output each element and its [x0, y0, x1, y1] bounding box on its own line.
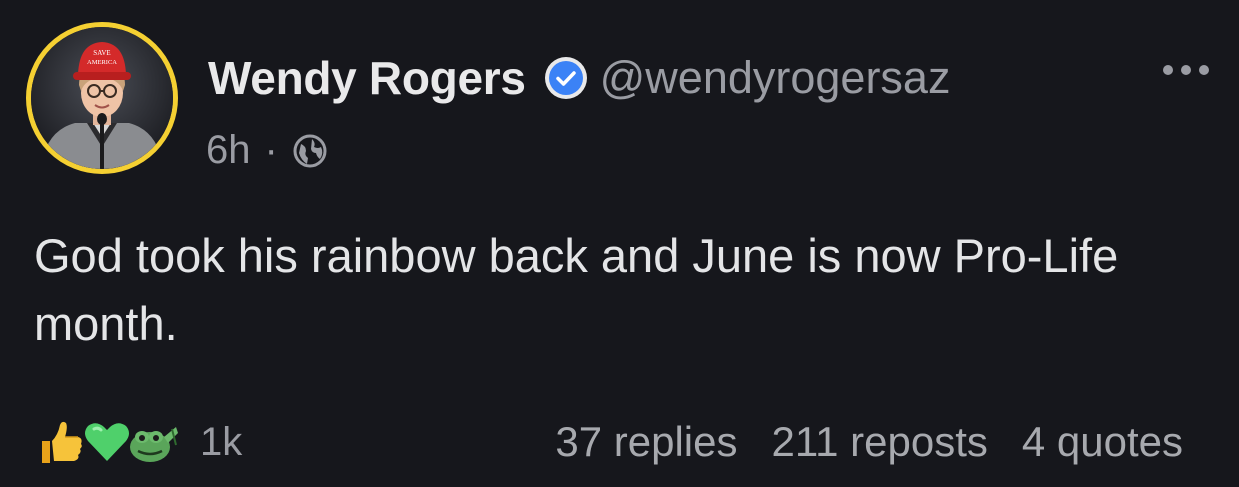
reaction-count: 1k	[200, 419, 243, 464]
globe-icon	[292, 133, 328, 169]
quotes-link[interactable]: 4 quotes	[1022, 418, 1183, 466]
hat-text-bottom: AMERICA	[87, 59, 117, 66]
post-card[interactable]: SAVE AMERICA Wendy Rogers @wendyrogersaz…	[0, 0, 1239, 487]
author-row: Wendy Rogers @wendyrogersaz	[208, 47, 950, 109]
replies-link[interactable]: 37 replies	[555, 418, 737, 466]
hat-text-top: SAVE	[93, 49, 110, 57]
reposts-link[interactable]: 211 reposts	[772, 418, 988, 466]
author-handle[interactable]: @wendyrogersaz	[600, 52, 951, 104]
post-footer: 1k 37 replies 211 reposts 4 quotes	[0, 410, 1239, 478]
post-stats: 37 replies 211 reposts 4 quotes	[555, 410, 1183, 474]
display-name[interactable]: Wendy Rogers	[208, 51, 526, 105]
meta-separator: ·	[264, 128, 278, 172]
post-text: God took his rainbow back and June is no…	[34, 229, 1119, 350]
post-meta: 6h ·	[206, 128, 328, 173]
verified-badge-icon	[544, 56, 588, 100]
frog-salute-icon	[126, 415, 180, 469]
timestamp[interactable]: 6h	[206, 128, 251, 173]
more-options-icon[interactable]	[1160, 60, 1212, 80]
reactions-summary[interactable]: 1k	[34, 410, 242, 474]
avatar[interactable]: SAVE AMERICA	[26, 22, 178, 174]
